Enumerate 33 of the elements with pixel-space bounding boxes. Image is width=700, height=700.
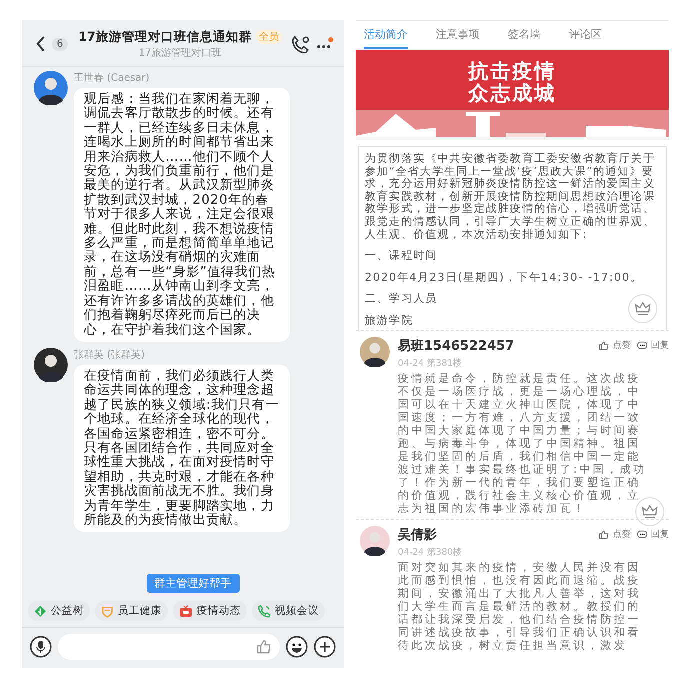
article-text: 旅游学院 bbox=[365, 314, 414, 328]
article-text: 二、学习人员 bbox=[365, 293, 439, 306]
comment-meta: 04-24 第380楼 bbox=[398, 546, 464, 559]
unread-badge: 6 bbox=[52, 38, 68, 50]
comment-text: 面对突如其来的疫情，安徽人民并没有因此而感到惧怕，也没有因此而退缩。战疫期间，安徽涌出了大批凡人善举，这对我们大学生而言是最鲜活的教材。教授们的话都让我深受启发，他们结合疫情防控一同讲述战疫故事，引导我们正确认识和看待此次战疫，树立责任担当意识，激发 bbox=[398, 560, 642, 652]
banner-title: 抗击疫情 bbox=[468, 60, 556, 82]
commenter-name: 易班1546522457 bbox=[398, 338, 516, 355]
tab[interactable]: 签名墙 bbox=[508, 23, 541, 49]
article-text: 为贯彻落实《中共安徽省委教育工委安徽省教育厅关于参加“全省大学生同上一堂战‘疫’思政大课”的通知》要求，充分运用好新冠肺炎疫情防控这一鲜活的爱国主义教育实践教材，创新开展疫情防控期间思想政治理论课教学形式，进一步坚定战胜疫情的信心，增强听党话、跟党走的情感认同，引导广大学生树立正确的世界观、人生观、价值观，本次活动安排通知如下: bbox=[365, 153, 656, 242]
reply-button[interactable]: 回复 bbox=[637, 339, 669, 352]
sender-name: 王世春 (Caesar) bbox=[74, 72, 151, 85]
comment-text: 疫情就是命令，防控就是责任。这次战疫不仅是一场医疗战，更是一场心理战，中国可以在十天建立火神山医院，体现了中国速度；一方有难，八方支援，团结一致的中国大家庭体现了中国力量；与时间赛跑、与病毒斗争，体现了中国精神。祖国是我们坚固的后盾，我们相信中国一定能渡过难关！事实最终也证明了:中国，成功了！作为新一代的青年，我们要塑造正确的价值观，践行社会主义核心价值观，立志为祖国的宏伟事业添砖加瓦！ bbox=[398, 372, 648, 515]
sender-name: 张群英 (张群英) bbox=[74, 348, 146, 362]
chat-title: 17旅游管理对口班信息通知群 bbox=[78, 28, 252, 46]
banner-title: 众志成城 bbox=[468, 82, 556, 104]
article-text: 2020年4月23日(星期四)，下午14:30- -17:00。 bbox=[365, 272, 644, 284]
comment-meta: 04-24 第381楼 bbox=[398, 358, 464, 370]
shortcut-chip[interactable]: 员工健康 bbox=[95, 601, 168, 621]
message-bubble: 在疫情面前，我们必须践行人类命运共同体的理念，这种理念超越了民族的狭义领域:我们只有一个地球。在经济全球化的现代，各国命运紧密相连，密不可分。只有各国团结合作，共同应对全球性重大挑战，在面对疫情时守望相助，共克时艰，才能在各种灾害挑战面前战无不胜。我们身为青年学生，更要脚踏实地，力所能及的为疫情做出贡献。 bbox=[74, 364, 290, 532]
like-button[interactable]: 点赞 bbox=[599, 339, 631, 352]
shortcut-chip[interactable]: 疫情动态 bbox=[173, 601, 247, 621]
chat-subtitle: 17旅游管理对口班 bbox=[138, 46, 222, 60]
message-bubble: 观后感：当我们在家闲着无聊，调侃去客厅散散步的时候。还有一群人，已经连续多日未休息，连喝水上厕所的时间都节省出来用来治病救人……他们不顾个人安危，为我们负重前行，他们是最美的逆行者。从武汉新型肺炎扩散到武汉封城，2020年的春节对于很多人来说，注定会很艰难。但此时此刻，我不想说疫情多么严重，而是想简简单单地记录，在这场没有硝烟的灾难面前，总有一些“身影”值得我们热泪盈眶……从钟南山到李文亮，还有许许多多请战的英雄们，他们抱着鞠躬尽瘁死而后已的决心，在守护着我们这个国家。 bbox=[74, 88, 290, 342]
reply-button[interactable]: 回复 bbox=[637, 528, 669, 542]
group-tag: 全员 bbox=[256, 30, 282, 44]
tooltip: 群主管理好帮手 bbox=[146, 574, 240, 593]
tab[interactable]: 评论区 bbox=[569, 23, 602, 49]
like-button[interactable]: 点赞 bbox=[599, 528, 631, 542]
shortcut-chip[interactable]: 公益树 bbox=[28, 601, 90, 621]
tab[interactable]: 注意事项 bbox=[436, 23, 480, 49]
shortcut-chip[interactable]: 视频会议 bbox=[252, 601, 325, 621]
article-text: 一、课程时间 bbox=[365, 250, 439, 263]
commenter-name: 吴倩影 bbox=[398, 526, 438, 544]
